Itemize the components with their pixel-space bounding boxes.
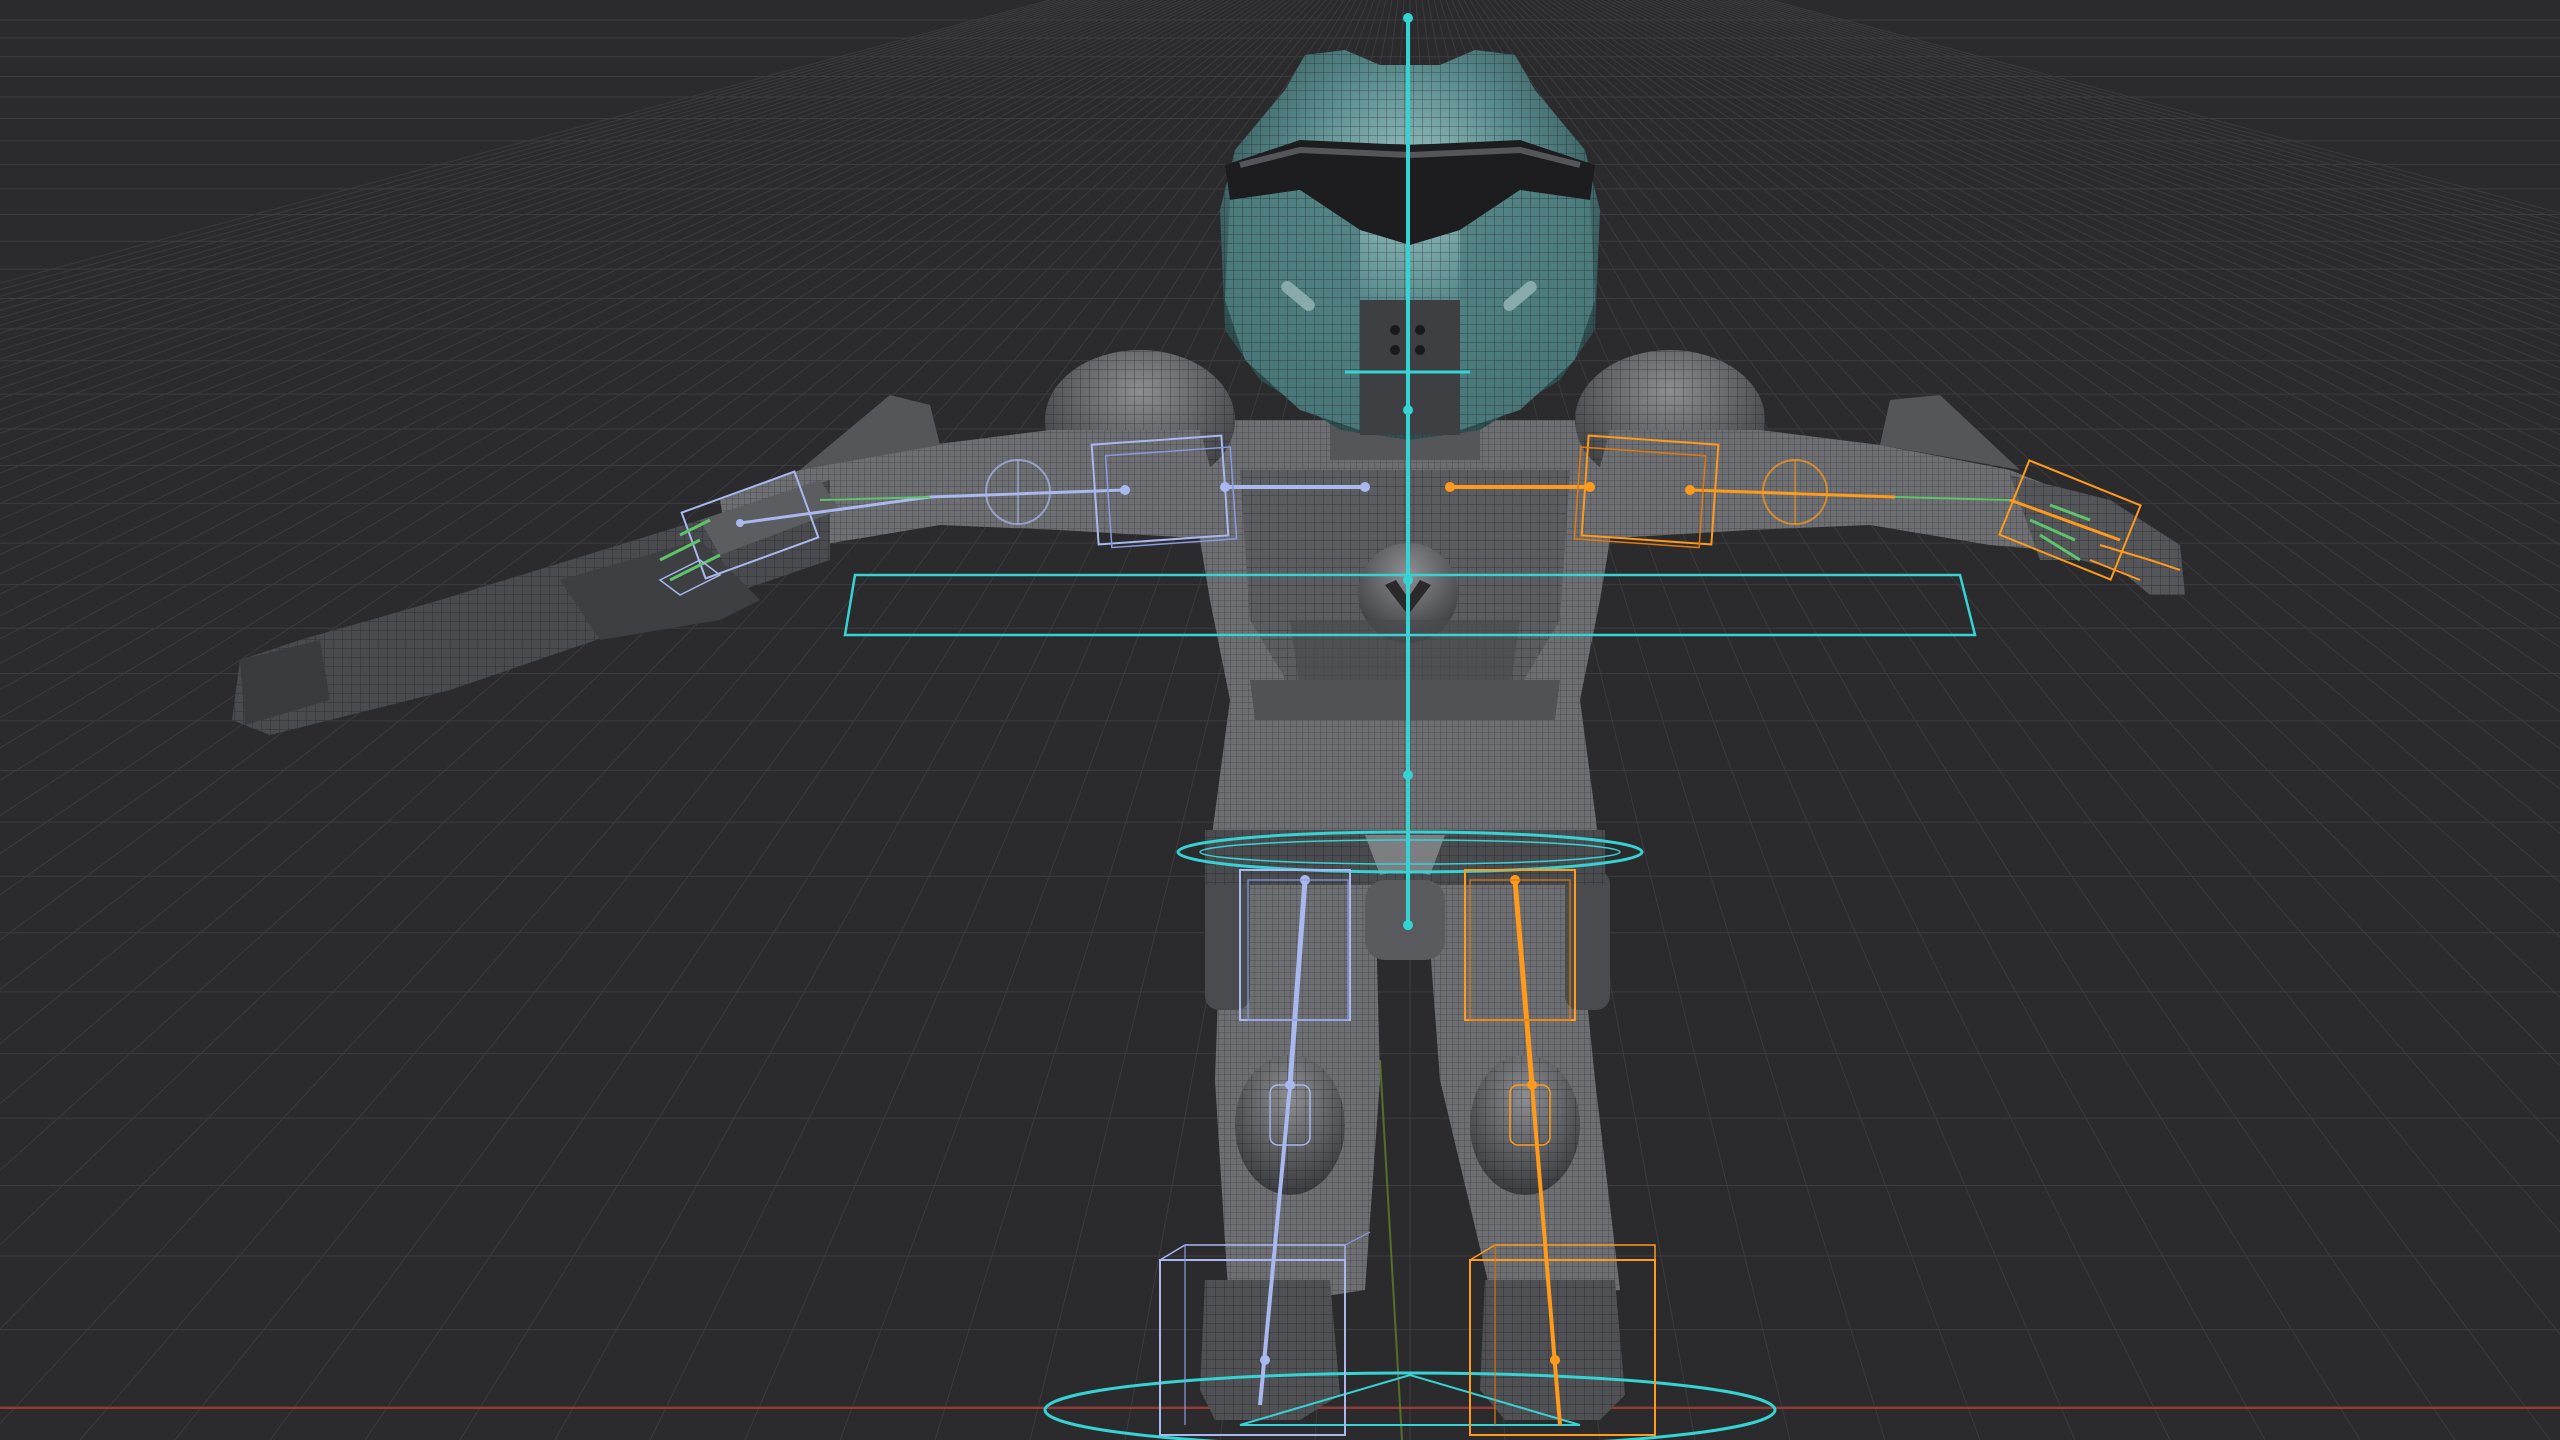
grid-line	[364, 0, 1345, 1440]
grid-line	[1715, 0, 2560, 269]
grid-line	[1709, 0, 2560, 276]
grid-line	[0, 0, 1177, 489]
grid-line	[0, 0, 1099, 343]
grid-line	[1763, 0, 2560, 219]
grid-line	[1523, 0, 2560, 883]
left-holster	[1205, 870, 1250, 1010]
grid-line	[0, 0, 1291, 1045]
grid-line	[0, 0, 1063, 297]
grid-line	[1667, 0, 2560, 337]
grid-line	[0, 0, 1225, 640]
grid-line	[0, 0, 1075, 311]
grid-line	[0, 0, 1141, 411]
right-holster	[1565, 870, 1610, 1010]
grid-line	[459, 0, 1351, 1440]
grid-line	[0, 0, 1087, 326]
grid-line	[0, 0, 1249, 749]
grid-line	[0, 0, 1297, 1105]
grid-line	[1745, 0, 2560, 236]
grid-line	[0, 0, 1111, 360]
grid-line	[1703, 0, 2560, 284]
grid-line	[1589, 0, 2560, 524]
grid-line	[0, 0, 1171, 474]
grid-line	[1493, 0, 2560, 1233]
character-mesh[interactable]	[232, 50, 2185, 1420]
grid-line	[0, 0, 1315, 1330]
grid-line	[0, 0, 1201, 556]
grid-line	[1637, 0, 2560, 394]
grid-line	[0, 0, 1279, 941]
grid-line	[0, 0, 1129, 389]
grid-line	[1643, 0, 2560, 381]
grid-line	[0, 0, 1243, 719]
grid-line	[1487, 0, 2560, 1336]
grid-line	[1697, 0, 2560, 292]
grid-line	[0, 0, 1183, 504]
3d-viewport[interactable]	[0, 0, 2560, 1440]
legs	[1200, 880, 1625, 1420]
grid-line	[0, 0, 1147, 422]
grid-line	[0, 0, 1123, 379]
grid-line	[0, 0, 1285, 990]
grid-line	[1619, 0, 2560, 436]
grid-line	[1511, 0, 2560, 999]
groin-plate	[1365, 880, 1445, 960]
grid-line	[1631, 0, 2560, 407]
grid-line	[0, 0, 1213, 595]
viewport-canvas[interactable]	[0, 0, 2560, 1440]
grid-line	[1727, 0, 2560, 255]
grid-line	[1649, 0, 2560, 369]
grid-line	[1505, 0, 2560, 1067]
grid-line	[1655, 0, 2560, 358]
grid-line	[1757, 0, 2560, 225]
grid-line	[0, 0, 1051, 284]
grid-line	[0, 0, 1261, 817]
grid-line	[1475, 0, 2456, 1440]
grid-line	[0, 0, 1207, 575]
grid-line	[0, 0, 1093, 334]
grid-line	[0, 0, 1267, 855]
grid-line	[1541, 0, 2560, 750]
grid-line	[1559, 0, 2560, 648]
grid-line	[0, 0, 1219, 617]
grid-line	[0, 0, 1153, 435]
grid-line	[1481, 0, 2551, 1440]
grid-line	[1751, 0, 2560, 230]
grid-line	[1679, 0, 2560, 317]
grid-line	[0, 0, 1135, 400]
grid-line	[174, 0, 1333, 1440]
grid-line	[269, 0, 1339, 1440]
grid-line	[1517, 0, 2560, 938]
grid-line	[1583, 0, 2560, 546]
grid-line	[1529, 0, 2560, 834]
grid-line	[0, 0, 1309, 1246]
grid-line	[1553, 0, 2560, 679]
grid-line	[0, 0, 1255, 781]
grid-line	[0, 0, 1165, 460]
grid-line	[0, 0, 1057, 291]
grid-line	[0, 0, 1231, 664]
